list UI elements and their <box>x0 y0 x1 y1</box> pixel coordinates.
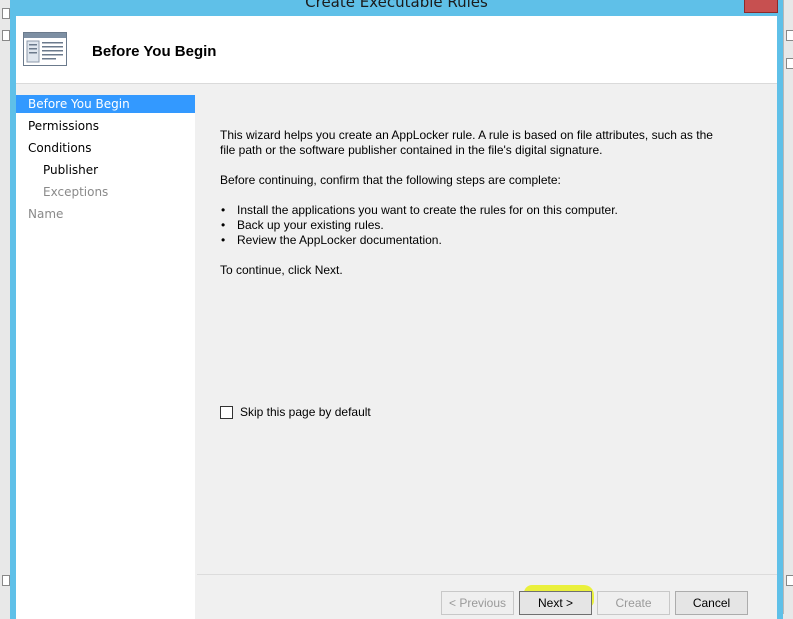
nav-item-before-you-begin[interactable]: Before You Begin <box>16 95 195 113</box>
continue-text: To continue, click Next. <box>220 263 343 277</box>
wizard-client-area: Before You Begin Before You Begin Permis… <box>16 16 777 619</box>
confirm-text: Before continuing, confirm that the foll… <box>220 173 561 187</box>
nav-item-conditions[interactable]: Conditions <box>16 139 195 157</box>
background-control <box>786 58 793 69</box>
page-title: Before You Begin <box>92 43 217 60</box>
skip-page-label[interactable]: Skip this page by default <box>240 405 371 419</box>
wizard-page-icon <box>23 32 67 66</box>
list-item: Install the applications you want to cre… <box>220 203 618 218</box>
wizard-steps-nav: Before You Begin Permissions Conditions … <box>16 95 195 619</box>
wizard-header: Before You Begin <box>16 16 777 84</box>
background-control <box>2 30 10 41</box>
nav-item-permissions[interactable]: Permissions <box>16 117 195 135</box>
intro-text: This wizard helps you create an AppLocke… <box>220 128 713 157</box>
list-item: Back up your existing rules. <box>220 218 618 233</box>
wizard-content-pane: This wizard helps you create an AppLocke… <box>197 84 777 574</box>
background-control <box>2 8 10 19</box>
steps-list: Install the applications you want to cre… <box>220 203 618 248</box>
window-title: Create Executable Rules <box>305 0 488 11</box>
background-control <box>2 575 10 586</box>
skip-page-option[interactable]: Skip this page by default <box>220 404 371 420</box>
skip-page-checkbox[interactable] <box>220 405 233 419</box>
background-control <box>786 575 793 586</box>
cancel-button[interactable]: Cancel <box>675 591 748 615</box>
background-window-right-edge <box>783 0 793 619</box>
create-button: Create <box>597 591 670 615</box>
nav-item-exceptions: Exceptions <box>43 185 109 199</box>
nav-item-name: Name <box>28 207 64 221</box>
close-button[interactable] <box>744 0 778 13</box>
footer-divider <box>197 574 777 575</box>
background-control <box>786 30 793 41</box>
next-button[interactable]: Next > <box>519 591 592 615</box>
previous-button: < Previous <box>441 591 514 615</box>
nav-item-publisher[interactable]: Publisher <box>16 161 195 179</box>
list-item: Review the AppLocker documentation. <box>220 233 618 248</box>
wizard-window: Create Executable Rules Before You Begin… <box>10 0 783 619</box>
